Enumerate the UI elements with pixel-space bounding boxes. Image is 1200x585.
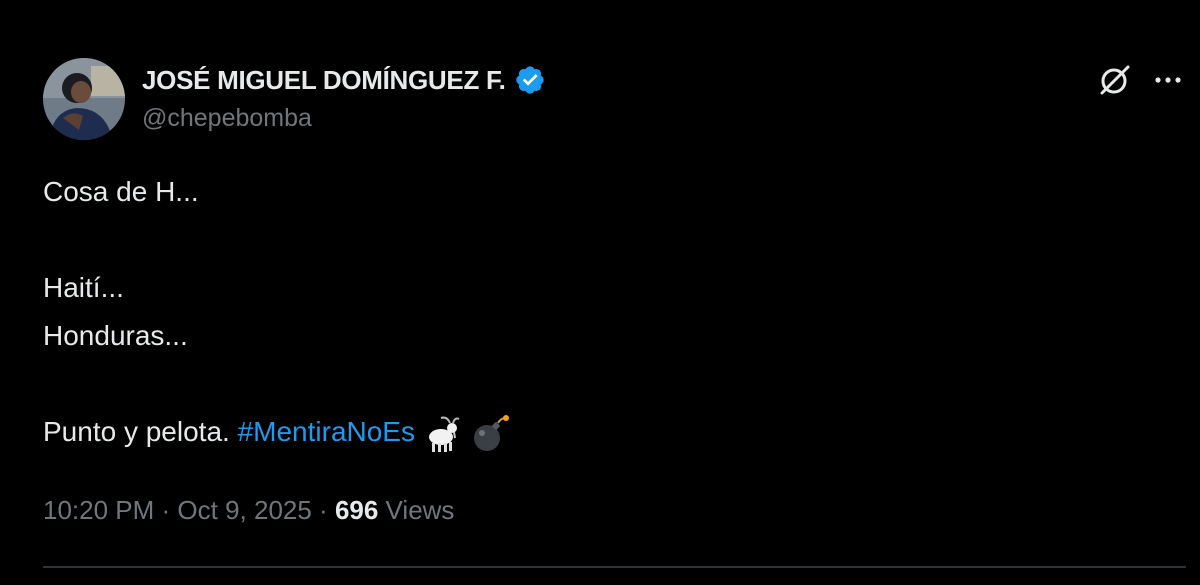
tweet-meta: 10:20 PM · Oct 9, 2025 · 696 Views — [43, 490, 454, 530]
tweet-time[interactable]: 10:20 PM — [43, 495, 154, 525]
tweet-line: Honduras... — [43, 320, 188, 351]
views-label: Views — [378, 495, 455, 525]
tweet-card[interactable]: JOSÉ MIGUEL DOMÍNGUEZ F. @chepebomba Cos… — [0, 0, 1200, 585]
more-options-icon[interactable] — [1150, 62, 1186, 98]
tweet-blank-line — [43, 360, 1143, 408]
bomb-emoji-icon — [469, 413, 511, 455]
goat-emoji-icon — [421, 413, 463, 455]
name-row: JOSÉ MIGUEL DOMÍNGUEZ F. — [142, 60, 546, 100]
tweet-line: Cosa de H... — [43, 176, 199, 207]
tweet-blank-line — [43, 216, 1143, 264]
author-block: JOSÉ MIGUEL DOMÍNGUEZ F. @chepebomba — [142, 60, 546, 133]
grok-icon[interactable] — [1097, 62, 1133, 98]
tweet-line: Haití... — [43, 272, 124, 303]
meta-separator: · — [154, 495, 178, 525]
meta-separator: · — [311, 495, 335, 525]
avatar[interactable] — [43, 58, 125, 140]
tweet-line-last: Punto y pelota. #MentiraNoEs — [43, 408, 1143, 456]
avatar-image — [43, 58, 125, 140]
tweet-date[interactable]: Oct 9, 2025 — [177, 495, 311, 525]
author-handle[interactable]: @chepebomba — [142, 104, 546, 133]
hashtag-link[interactable]: #MentiraNoEs — [238, 416, 415, 447]
tweet-line-text: Punto y pelota. — [43, 416, 238, 447]
verified-badge-icon[interactable] — [514, 64, 546, 96]
views-count: 696 — [334, 495, 379, 525]
divider — [43, 566, 1186, 568]
tweet-body: Cosa de H... Haití... Honduras... Punto … — [43, 168, 1143, 456]
author-display-name[interactable]: JOSÉ MIGUEL DOMÍNGUEZ F. — [142, 65, 506, 96]
